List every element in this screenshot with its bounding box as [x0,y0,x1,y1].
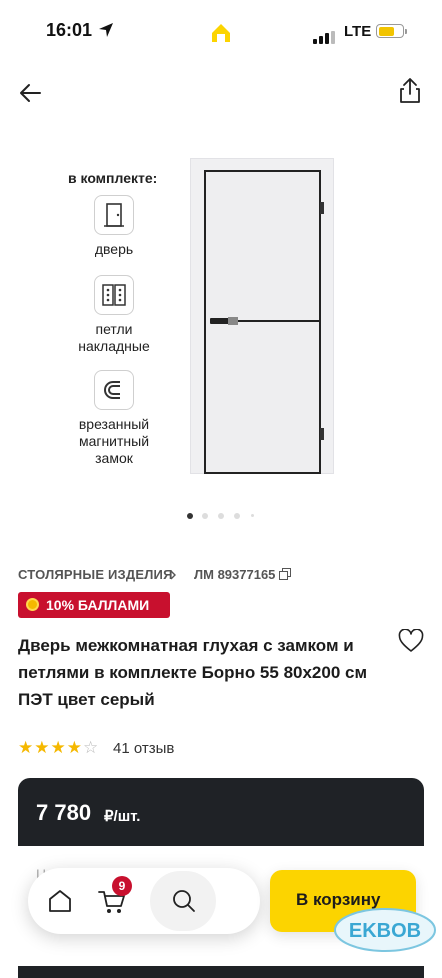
kit-item-label: дверь [94,241,134,257]
door-inlay [238,320,320,322]
breadcrumb-category[interactable]: СТОЛЯРНЫЕ ИЗДЕЛИЯ [18,567,173,582]
network-type: LTE [344,23,372,40]
product-title: Дверь межкомнатная глухая с замком и пет… [18,636,368,709]
chevron-right-icon [170,570,176,580]
door-hinge [320,428,324,440]
magnet-icon [94,370,134,410]
gallery-dot[interactable] [234,513,240,519]
kit-item-label: врезанный магнитный замок [78,416,150,466]
copy-icon[interactable] [279,568,291,580]
status-time: 16:01 [46,20,93,40]
star-empty-icon: ☆ [83,738,100,757]
bonus-badge: 10% БАЛЛАМИ [18,592,170,618]
star-icon: ★ [50,738,67,757]
price-value: 7 780 [36,800,92,825]
share-icon[interactable] [396,76,424,106]
store-logo-icon [208,20,234,46]
door-handle [210,318,230,324]
door-icon [94,195,134,235]
kit-title: в комплекте: [68,170,158,186]
bonus-label: 10% БАЛЛАМИ [46,597,150,613]
signal-icon [313,26,337,44]
watermark-logo: EKBOB [334,908,436,952]
gallery-dot[interactable] [202,513,208,519]
star-icon: ★ [18,738,35,757]
article-number: ЛМ 89377165 [194,567,276,582]
price-unit: ₽/шт. [104,808,141,825]
location-arrow-icon [99,23,113,37]
kit-item-lock: врезанный магнитный замок [54,370,174,467]
arrow-left-icon[interactable] [16,78,46,108]
gallery-dot[interactable] [218,513,224,519]
star-icon: ★ [34,738,51,757]
heart-icon[interactable] [398,629,424,653]
battery-icon [376,24,407,38]
hinge-icon [94,275,134,315]
rating-stars[interactable]: ★★★★☆ [18,738,99,758]
home-icon[interactable] [45,886,75,916]
coin-icon [26,598,39,611]
door-handle-plate [228,317,238,325]
door-hinge [320,202,324,214]
gallery-dot-active[interactable] [187,513,193,519]
gallery-dot[interactable] [251,514,254,517]
kit-item-door: дверь [54,195,174,258]
cart-count-badge: 9 [112,876,132,896]
search-icon[interactable] [168,884,200,918]
kit-item-label: петли накладные [78,321,150,354]
watermark-text: EKBOB [349,920,421,942]
kit-item-hinges: петли накладные [54,275,174,355]
reviews-count[interactable]: 41 отзыв [113,740,174,757]
star-icon: ★ [66,738,83,757]
